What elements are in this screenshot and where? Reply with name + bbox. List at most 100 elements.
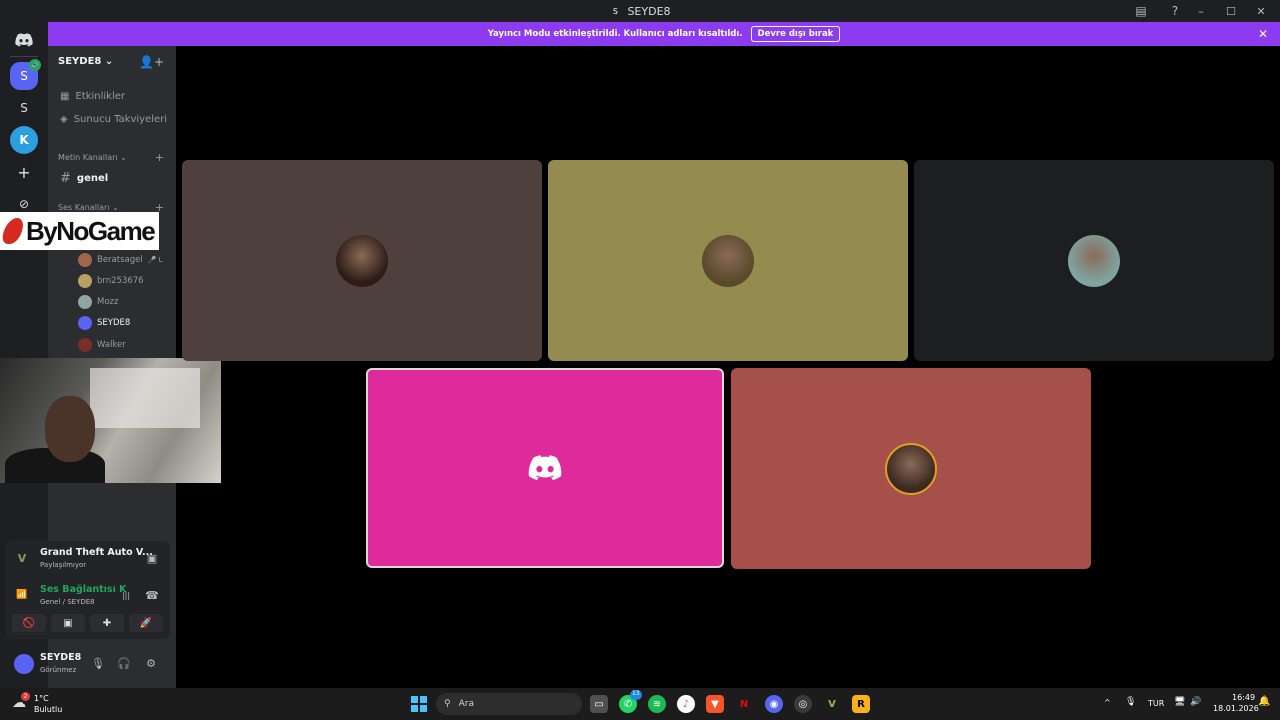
- gta-game-icon: V: [17, 551, 27, 565]
- voice-member[interactable]: Mozz: [78, 295, 118, 309]
- clock-time[interactable]: 16:49: [1232, 693, 1255, 702]
- netflix-icon[interactable]: N: [735, 695, 753, 713]
- avatar: [78, 295, 92, 309]
- notification-icon[interactable]: 🔔: [1258, 696, 1270, 707]
- participant-tile-self[interactable]: [366, 368, 724, 568]
- taskbar-search[interactable]: ⚲ Ara: [436, 693, 582, 715]
- participant-tile[interactable]: [914, 160, 1274, 361]
- member-name: Walker: [97, 340, 126, 350]
- game-activity-panel: V Grand Theft Auto V... Paylaşılmıyor ▣: [6, 541, 170, 577]
- share-status: Paylaşılmıyor: [40, 561, 87, 569]
- bynogame-logo: ByNoGame: [0, 212, 159, 250]
- disable-streamer-mode-button[interactable]: Devre dışı bırak: [750, 26, 841, 42]
- minimize-button[interactable]: –: [1188, 2, 1214, 20]
- title-bar: S SEYDE8 ▤ ? – ☐ ✕: [0, 0, 1280, 22]
- participant-tile[interactable]: [731, 368, 1091, 569]
- participant-avatar: [702, 234, 754, 287]
- clock-date[interactable]: 18.01.2026: [1213, 704, 1259, 713]
- server-name-header[interactable]: SEYDE8 ⌄: [58, 56, 113, 67]
- member-name: Beratsagel: [97, 255, 143, 265]
- member-status-icons: 🎤 L: [147, 256, 163, 264]
- server-icon-s[interactable]: S: [10, 94, 38, 122]
- signal-icon[interactable]: 📶: [14, 587, 30, 603]
- voice-member[interactable]: SEYDE8: [78, 316, 130, 330]
- participant-avatar: [1068, 234, 1120, 287]
- nav-events[interactable]: ▦ Etkinlikler: [60, 91, 125, 102]
- avatar: [78, 316, 92, 330]
- add-text-channel-icon[interactable]: +: [155, 151, 164, 164]
- participant-tile[interactable]: [548, 160, 908, 361]
- inbox-icon[interactable]: ▤: [1132, 2, 1150, 20]
- steam-icon[interactable]: ◎: [794, 695, 812, 713]
- nav-boosts-label: Sunucu Takviyeleri: [73, 114, 168, 125]
- screen-share-button[interactable]: ▣: [51, 614, 85, 632]
- avatar: [78, 253, 92, 267]
- brave-icon[interactable]: ▼: [706, 695, 724, 713]
- user-status: Görünmez: [40, 666, 77, 674]
- rockstar-icon[interactable]: R: [852, 695, 870, 713]
- add-server-icon[interactable]: +: [10, 158, 38, 186]
- window-title: S SEYDE8: [609, 4, 671, 18]
- nav-server-boosts[interactable]: ◈ Sunucu Takviyeleri: [60, 114, 167, 125]
- user-avatar[interactable]: [14, 654, 34, 674]
- close-button[interactable]: ✕: [1248, 2, 1274, 20]
- weather-badge: 2: [21, 692, 30, 701]
- noise-suppression-icon[interactable]: |||: [118, 587, 134, 603]
- maximize-button[interactable]: ☐: [1218, 2, 1244, 20]
- user-name[interactable]: SEYDE8: [40, 652, 81, 663]
- logo-mark: [0, 218, 27, 244]
- spotify-icon[interactable]: ≋: [648, 695, 666, 713]
- weather-temp: 1°C: [34, 694, 49, 703]
- headphones-icon[interactable]: 🎧: [116, 655, 132, 671]
- task-view-icon[interactable]: ▭: [590, 695, 608, 713]
- voice-member[interactable]: brn253676: [78, 274, 144, 288]
- game-title: Grand Theft Auto V...: [40, 547, 153, 558]
- voice-connection-panel: 📶 Ses Bağlantısı K Genel / SEYDE8 ||| ☎ …: [6, 577, 170, 639]
- banner-close-icon[interactable]: ✕: [1258, 27, 1268, 41]
- microphone-tray-icon[interactable]: 🎙: [1125, 697, 1136, 707]
- channel-genel[interactable]: # genel: [60, 171, 108, 186]
- windows-start-icon[interactable]: [411, 696, 427, 712]
- voice-location[interactable]: Genel / SEYDE8: [40, 598, 95, 606]
- disconnect-icon[interactable]: ☎: [144, 587, 160, 603]
- voice-channels-category[interactable]: Ses Kanalları ⌄: [58, 203, 119, 212]
- server-icon-k[interactable]: K: [10, 126, 38, 154]
- member-name: SEYDE8: [97, 318, 131, 328]
- member-name: brn253676: [97, 276, 144, 286]
- microphone-icon[interactable]: 🎙: [90, 655, 106, 671]
- discord-home-icon[interactable]: [10, 26, 38, 54]
- music-icon[interactable]: ♪: [677, 695, 695, 713]
- window-title-text: SEYDE8: [627, 4, 671, 18]
- invite-people-icon[interactable]: 👤+: [139, 55, 164, 69]
- activities-button[interactable]: ✚: [90, 614, 124, 632]
- server-icon-seyde8[interactable]: S 🔊: [10, 59, 41, 90]
- participant-avatar: [336, 234, 388, 287]
- network-icon[interactable]: 🖥: [1174, 697, 1185, 707]
- voice-member[interactable]: Walker: [78, 338, 126, 352]
- settings-icon[interactable]: ⚙: [143, 655, 159, 671]
- camera-off-button[interactable]: 🚫: [12, 614, 46, 632]
- text-channels-category[interactable]: Metin Kanalları ⌄: [58, 153, 127, 162]
- discord-logo-icon: [528, 455, 562, 481]
- webcam-overlay: [0, 358, 221, 483]
- discord-taskbar-icon[interactable]: ◉: [765, 695, 783, 713]
- calendar-icon: ▦: [60, 91, 70, 102]
- soundboard-button[interactable]: 🚀: [129, 614, 163, 632]
- volume-icon[interactable]: 🔊: [1190, 697, 1201, 707]
- boost-icon: ◈: [60, 114, 68, 125]
- nav-events-label: Etkinlikler: [75, 91, 125, 102]
- weather-desc: Bulutlu: [34, 705, 63, 714]
- member-name: Mozz: [97, 297, 119, 307]
- hash-icon: #: [60, 171, 71, 186]
- avatar: [78, 274, 92, 288]
- help-icon[interactable]: ?: [1166, 2, 1184, 20]
- voice-member[interactable]: Beratsagel 🎤 L: [78, 253, 163, 267]
- voice-status[interactable]: Ses Bağlantısı K: [40, 584, 127, 595]
- participant-tile[interactable]: [182, 160, 542, 361]
- language-indicator[interactable]: TUR: [1148, 699, 1164, 708]
- stream-game-icon[interactable]: ▣: [144, 550, 160, 566]
- gta-taskbar-icon[interactable]: V: [823, 695, 841, 713]
- whatsapp-badge: 13: [630, 690, 642, 700]
- cabinet-shape: [90, 368, 200, 428]
- tray-expand-icon[interactable]: ^: [1104, 698, 1111, 707]
